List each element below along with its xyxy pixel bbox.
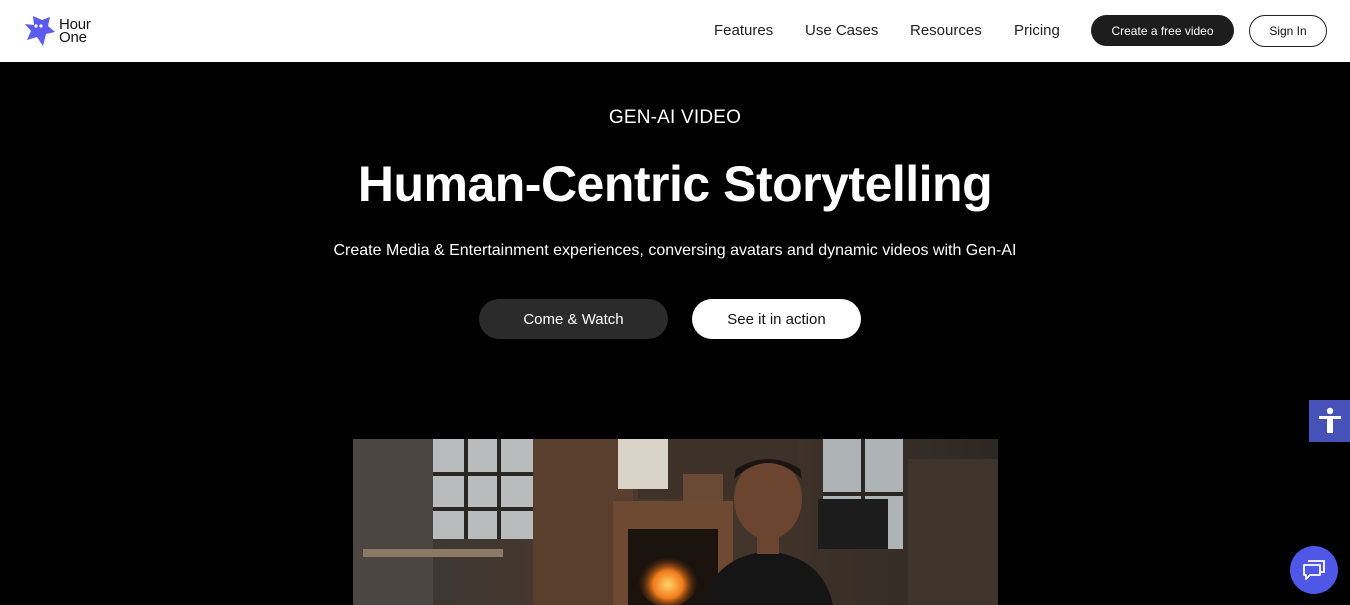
site-header: Hour One Features Use Cases Resources Pr… (0, 0, 1350, 62)
hero-subtitle: Create Media & Entertainment experiences… (333, 242, 1017, 259)
nav-pricing[interactable]: Pricing (1014, 22, 1060, 39)
hero-title: Human-Centric Storytelling (357, 156, 993, 212)
accessibility-icon (1318, 407, 1341, 433)
come-and-watch-button[interactable]: Come & Watch (479, 299, 668, 339)
chat-button[interactable] (1290, 546, 1338, 594)
sign-in-button[interactable]: Sign In (1249, 15, 1327, 47)
accessibility-button[interactable] (1309, 400, 1350, 442)
nav-resources[interactable]: Resources (910, 22, 982, 39)
nav-use-cases[interactable]: Use Cases (805, 22, 878, 39)
chat-icon (1303, 560, 1325, 580)
brand-line-2: One (59, 29, 87, 46)
hero-video[interactable] (353, 439, 998, 605)
nav-features[interactable]: Features (714, 22, 773, 39)
hour-one-logo-icon (25, 16, 55, 46)
see-it-in-action-button[interactable]: See it in action (692, 299, 861, 339)
create-free-video-button[interactable]: Create a free video (1091, 15, 1234, 46)
brand-wordmark: Hour One (59, 17, 91, 46)
video-frame-illustration (353, 439, 998, 605)
brand-logo[interactable]: Hour One (24, 14, 91, 48)
hero-eyebrow: GEN-AI VIDEO (608, 107, 742, 128)
